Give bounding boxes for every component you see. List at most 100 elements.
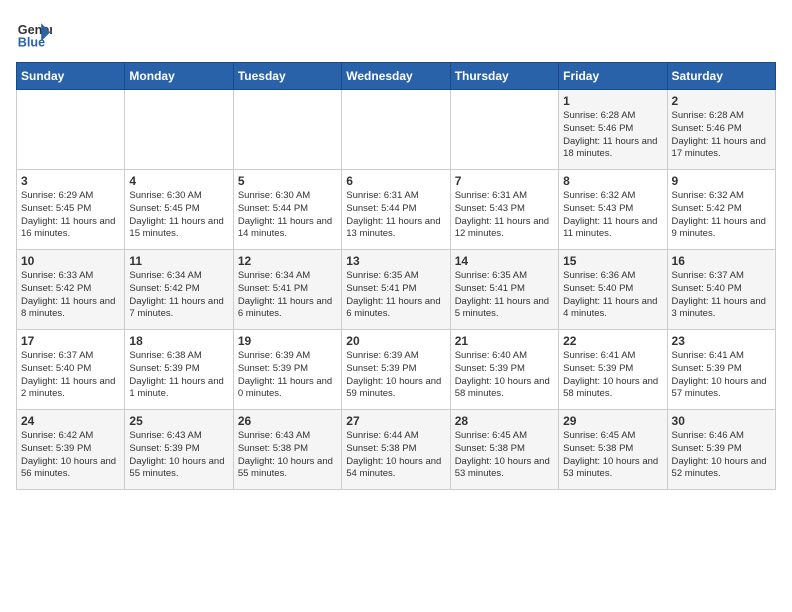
calendar-week-row: 10 Sunrise: 6:33 AM Sunset: 5:42 PM Dayli… <box>17 250 776 330</box>
day-number: 2 <box>672 94 771 108</box>
calendar-cell: 15Sunrise: 6:36 AM Sunset: 5:40 PM Dayli… <box>559 250 667 330</box>
day-number: 30 <box>672 414 771 428</box>
day-info: Sunrise: 6:30 AM Sunset: 5:44 PM Dayligh… <box>238 190 337 241</box>
calendar-cell: 27Sunrise: 6:44 AM Sunset: 5:38 PM Dayli… <box>342 410 450 490</box>
calendar-cell: 22 Sunrise: 6:41 AM Sunset: 5:39 PM Dayli… <box>559 330 667 410</box>
day-info: Sunrise: 6:34 AM Sunset: 5:41 PM Dayligh… <box>238 270 337 321</box>
day-number: 16 <box>672 254 771 268</box>
calendar-cell: 9 Sunrise: 6:32 AM Sunset: 5:42 PM Daylig… <box>667 170 775 250</box>
calendar-cell <box>450 90 558 170</box>
calendar-cell: 8Sunrise: 6:32 AM Sunset: 5:43 PM Daylig… <box>559 170 667 250</box>
weekday-header-row: SundayMondayTuesdayWednesdayThursdayFrid… <box>17 63 776 90</box>
day-info: Sunrise: 6:43 AM Sunset: 5:38 PM Dayligh… <box>238 430 337 481</box>
day-info: Sunrise: 6:37 AM Sunset: 5:40 PM Dayligh… <box>672 270 771 321</box>
day-info: Sunrise: 6:40 AM Sunset: 5:39 PM Dayligh… <box>455 350 554 401</box>
day-info: Sunrise: 6:42 AM Sunset: 5:39 PM Dayligh… <box>21 430 120 481</box>
calendar-table: SundayMondayTuesdayWednesdayThursdayFrid… <box>16 62 776 490</box>
day-number: 6 <box>346 174 445 188</box>
day-number: 29 <box>563 414 662 428</box>
day-info: Sunrise: 6:38 AM Sunset: 5:39 PM Dayligh… <box>129 350 228 401</box>
day-info: Sunrise: 6:32 AM Sunset: 5:43 PM Dayligh… <box>563 190 662 241</box>
weekday-header: Saturday <box>667 63 775 90</box>
day-info: Sunrise: 6:44 AM Sunset: 5:38 PM Dayligh… <box>346 430 445 481</box>
day-info: Sunrise: 6:39 AM Sunset: 5:39 PM Dayligh… <box>346 350 445 401</box>
page-header: General Blue <box>16 16 776 52</box>
day-info: Sunrise: 6:31 AM Sunset: 5:43 PM Dayligh… <box>455 190 554 241</box>
svg-text:Blue: Blue <box>18 36 45 50</box>
calendar-cell: 13 Sunrise: 6:35 AM Sunset: 5:41 PM Dayli… <box>342 250 450 330</box>
calendar-week-row: 24 Sunrise: 6:42 AM Sunset: 5:39 PM Dayli… <box>17 410 776 490</box>
calendar-week-row: 3 Sunrise: 6:29 AM Sunset: 5:45 PM Daylig… <box>17 170 776 250</box>
calendar-cell: 16 Sunrise: 6:37 AM Sunset: 5:40 PM Dayli… <box>667 250 775 330</box>
day-number: 23 <box>672 334 771 348</box>
calendar-cell: 29 Sunrise: 6:45 AM Sunset: 5:38 PM Dayli… <box>559 410 667 490</box>
calendar-cell: 4 Sunrise: 6:30 AM Sunset: 5:45 PM Daylig… <box>125 170 233 250</box>
calendar-cell <box>17 90 125 170</box>
calendar-cell: 3 Sunrise: 6:29 AM Sunset: 5:45 PM Daylig… <box>17 170 125 250</box>
day-number: 11 <box>129 254 228 268</box>
day-number: 14 <box>455 254 554 268</box>
weekday-header: Thursday <box>450 63 558 90</box>
day-info: Sunrise: 6:43 AM Sunset: 5:39 PM Dayligh… <box>129 430 228 481</box>
day-info: Sunrise: 6:39 AM Sunset: 5:39 PM Dayligh… <box>238 350 337 401</box>
day-info: Sunrise: 6:28 AM Sunset: 5:46 PM Dayligh… <box>563 110 662 161</box>
calendar-cell: 17 Sunrise: 6:37 AM Sunset: 5:40 PM Dayli… <box>17 330 125 410</box>
day-number: 22 <box>563 334 662 348</box>
calendar-cell: 1 Sunrise: 6:28 AM Sunset: 5:46 PM Daylig… <box>559 90 667 170</box>
weekday-header: Sunday <box>17 63 125 90</box>
day-info: Sunrise: 6:45 AM Sunset: 5:38 PM Dayligh… <box>563 430 662 481</box>
day-number: 5 <box>238 174 337 188</box>
calendar-cell <box>342 90 450 170</box>
day-info: Sunrise: 6:37 AM Sunset: 5:40 PM Dayligh… <box>21 350 120 401</box>
logo: General Blue <box>16 16 52 52</box>
day-info: Sunrise: 6:31 AM Sunset: 5:44 PM Dayligh… <box>346 190 445 241</box>
day-number: 28 <box>455 414 554 428</box>
weekday-header: Wednesday <box>342 63 450 90</box>
calendar-cell: 19 Sunrise: 6:39 AM Sunset: 5:39 PM Dayli… <box>233 330 341 410</box>
day-info: Sunrise: 6:41 AM Sunset: 5:39 PM Dayligh… <box>563 350 662 401</box>
calendar-cell: 25 Sunrise: 6:43 AM Sunset: 5:39 PM Dayli… <box>125 410 233 490</box>
calendar-cell: 11 Sunrise: 6:34 AM Sunset: 5:42 PM Dayli… <box>125 250 233 330</box>
calendar-cell: 23 Sunrise: 6:41 AM Sunset: 5:39 PM Dayli… <box>667 330 775 410</box>
calendar-cell: 28 Sunrise: 6:45 AM Sunset: 5:38 PM Dayli… <box>450 410 558 490</box>
calendar-cell: 12 Sunrise: 6:34 AM Sunset: 5:41 PM Dayli… <box>233 250 341 330</box>
day-number: 25 <box>129 414 228 428</box>
logo-icon: General Blue <box>16 16 52 52</box>
day-number: 1 <box>563 94 662 108</box>
weekday-header: Tuesday <box>233 63 341 90</box>
day-info: Sunrise: 6:33 AM Sunset: 5:42 PM Dayligh… <box>21 270 120 321</box>
day-info: Sunrise: 6:32 AM Sunset: 5:42 PM Dayligh… <box>672 190 771 241</box>
day-info: Sunrise: 6:34 AM Sunset: 5:42 PM Dayligh… <box>129 270 228 321</box>
day-number: 12 <box>238 254 337 268</box>
weekday-header: Friday <box>559 63 667 90</box>
day-info: Sunrise: 6:41 AM Sunset: 5:39 PM Dayligh… <box>672 350 771 401</box>
calendar-cell: 5 Sunrise: 6:30 AM Sunset: 5:44 PM Daylig… <box>233 170 341 250</box>
calendar-cell: 20Sunrise: 6:39 AM Sunset: 5:39 PM Dayli… <box>342 330 450 410</box>
day-info: Sunrise: 6:28 AM Sunset: 5:46 PM Dayligh… <box>672 110 771 161</box>
day-number: 4 <box>129 174 228 188</box>
day-number: 9 <box>672 174 771 188</box>
day-number: 15 <box>563 254 662 268</box>
day-number: 10 <box>21 254 120 268</box>
day-number: 19 <box>238 334 337 348</box>
day-number: 3 <box>21 174 120 188</box>
calendar-cell: 2 Sunrise: 6:28 AM Sunset: 5:46 PM Daylig… <box>667 90 775 170</box>
weekday-header: Monday <box>125 63 233 90</box>
calendar-week-row: 1 Sunrise: 6:28 AM Sunset: 5:46 PM Daylig… <box>17 90 776 170</box>
calendar-cell: 30Sunrise: 6:46 AM Sunset: 5:39 PM Dayli… <box>667 410 775 490</box>
day-info: Sunrise: 6:35 AM Sunset: 5:41 PM Dayligh… <box>455 270 554 321</box>
calendar-cell <box>125 90 233 170</box>
day-number: 17 <box>21 334 120 348</box>
day-number: 13 <box>346 254 445 268</box>
day-number: 24 <box>21 414 120 428</box>
day-info: Sunrise: 6:29 AM Sunset: 5:45 PM Dayligh… <box>21 190 120 241</box>
day-info: Sunrise: 6:30 AM Sunset: 5:45 PM Dayligh… <box>129 190 228 241</box>
calendar-cell: 26Sunrise: 6:43 AM Sunset: 5:38 PM Dayli… <box>233 410 341 490</box>
calendar-cell: 14 Sunrise: 6:35 AM Sunset: 5:41 PM Dayli… <box>450 250 558 330</box>
day-number: 21 <box>455 334 554 348</box>
day-number: 7 <box>455 174 554 188</box>
calendar-cell: 6 Sunrise: 6:31 AM Sunset: 5:44 PM Daylig… <box>342 170 450 250</box>
day-info: Sunrise: 6:35 AM Sunset: 5:41 PM Dayligh… <box>346 270 445 321</box>
day-info: Sunrise: 6:45 AM Sunset: 5:38 PM Dayligh… <box>455 430 554 481</box>
calendar-cell: 10 Sunrise: 6:33 AM Sunset: 5:42 PM Dayli… <box>17 250 125 330</box>
